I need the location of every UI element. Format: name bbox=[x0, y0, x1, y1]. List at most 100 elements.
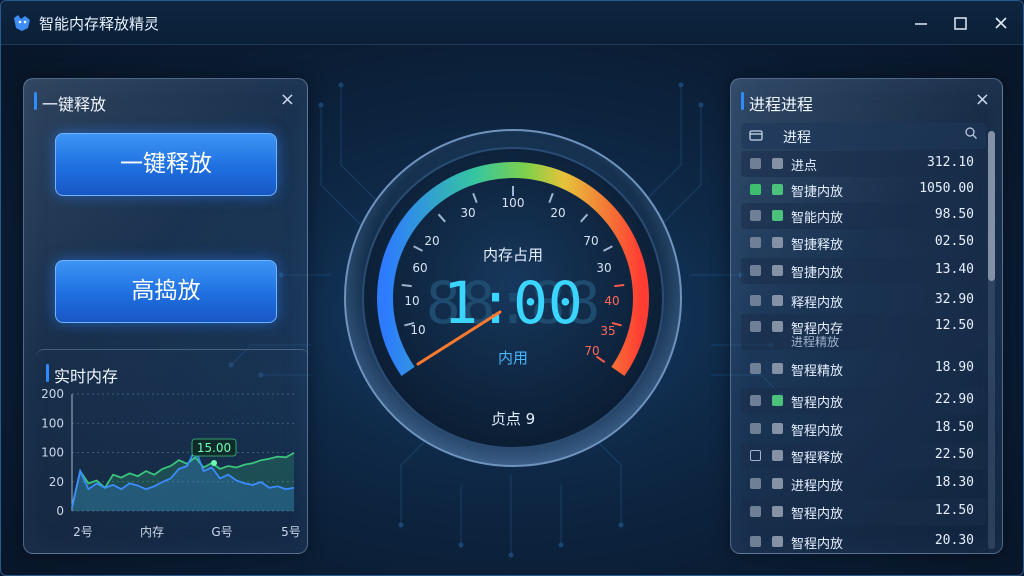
process-row[interactable]: 进程内放 18.30 bbox=[741, 471, 986, 497]
process-checkbox[interactable] bbox=[750, 506, 761, 517]
gauge-scale-label: 35 bbox=[600, 324, 615, 338]
process-list: 进点 312.10 智捷内放 1050.00 智能内放 98.50 智捷释放 02.50 智捷内… bbox=[741, 151, 986, 551]
minimize-icon bbox=[915, 23, 927, 25]
process-checkbox[interactable] bbox=[750, 210, 761, 221]
x-tick-label: G号 bbox=[211, 525, 232, 539]
panel-close-button[interactable]: × bbox=[975, 89, 990, 110]
gauge-scale-label: 10 bbox=[404, 294, 419, 308]
process-name: 智程内放 bbox=[791, 424, 844, 439]
one-click-release-button[interactable]: 一键释放 bbox=[55, 133, 277, 196]
one-click-release-panel: 一键释放 × 一键释放 高捣放 实时内存 200 100 100 20 0 2号 内存 G号… bbox=[23, 78, 309, 555]
process-memory-value: 1050.00 bbox=[919, 181, 974, 196]
process-checkbox[interactable] bbox=[750, 423, 761, 434]
memory-usage-gauge: 2060101030100207030403570 内存占用 88:88 1:0… bbox=[344, 129, 682, 467]
process-checkbox[interactable] bbox=[750, 321, 761, 332]
process-status-icon bbox=[772, 450, 783, 461]
process-name: 进点 bbox=[791, 159, 818, 174]
process-column-label: 进程 bbox=[783, 130, 811, 146]
process-name: 智捷内放 bbox=[791, 185, 844, 200]
gauge-scale-label: 10 bbox=[410, 323, 425, 337]
y-tick-label: 100 bbox=[41, 416, 64, 430]
process-memory-value: 13.40 bbox=[934, 262, 974, 277]
deep-release-button[interactable]: 高捣放 bbox=[55, 260, 277, 323]
process-status-icon bbox=[772, 395, 783, 406]
process-row[interactable]: 释程内放 32.90 bbox=[741, 288, 986, 314]
process-scrollbar[interactable] bbox=[988, 131, 995, 549]
process-name: 释程内放 bbox=[791, 296, 844, 311]
process-memory-value: 18.90 bbox=[934, 360, 974, 375]
scrollbar-thumb[interactable] bbox=[988, 131, 995, 281]
close-window-button[interactable] bbox=[989, 11, 1013, 35]
maximize-button[interactable] bbox=[948, 11, 972, 35]
process-memory-value: 22.90 bbox=[934, 392, 974, 407]
realtime-memory-panel: 实时内存 200 100 100 20 0 2号 内存 G号 5号 15.00 bbox=[36, 349, 309, 555]
process-memory-value: 22.50 bbox=[934, 447, 974, 462]
process-status-icon bbox=[772, 237, 783, 248]
process-memory-value: 18.30 bbox=[934, 475, 974, 490]
x-tick-label: 5号 bbox=[281, 525, 301, 539]
process-status-icon bbox=[772, 265, 783, 276]
gauge-footer: 贞点 9 bbox=[491, 410, 535, 428]
process-name: 智捷内放 bbox=[791, 266, 844, 281]
process-status-icon bbox=[772, 536, 783, 547]
process-status-icon bbox=[772, 478, 783, 489]
y-tick-label: 20 bbox=[49, 475, 64, 489]
gauge-scale-label: 70 bbox=[584, 344, 599, 358]
process-checkbox[interactable] bbox=[750, 478, 761, 489]
gauge-digital-readout: 1:00 bbox=[443, 269, 583, 337]
process-panel: 进程进程 × 进程 进点 312.10 智捷内放 1050.00 智能内放 98.50 智捷… bbox=[730, 78, 1003, 554]
chart-tooltip-value: 15.00 bbox=[197, 441, 231, 455]
process-checkbox[interactable] bbox=[750, 237, 761, 248]
process-row[interactable]: 进点 312.10 bbox=[741, 151, 986, 177]
process-row[interactable]: 智捷内放 1050.00 bbox=[741, 177, 986, 203]
process-row[interactable]: 智能内放 98.50 bbox=[741, 203, 986, 229]
process-memory-value: 12.50 bbox=[934, 318, 974, 333]
gauge-scale-label: 30 bbox=[460, 206, 475, 220]
process-name: 智能内放 bbox=[791, 211, 844, 226]
process-memory-value: 32.90 bbox=[934, 292, 974, 307]
process-row[interactable]: 智程内放 20.30 bbox=[741, 529, 986, 551]
process-checkbox[interactable] bbox=[750, 536, 761, 547]
process-checkbox[interactable] bbox=[750, 363, 761, 374]
process-name: 智程内放 bbox=[791, 537, 844, 551]
window-title: 智能内存释放精灵 bbox=[39, 15, 160, 33]
process-row[interactable]: 智程内放 18.50 bbox=[741, 416, 986, 442]
y-tick-label: 200 bbox=[41, 387, 64, 401]
process-row[interactable]: 智程内放 22.90 bbox=[741, 388, 986, 414]
x-tick-label: 2号 bbox=[73, 525, 93, 539]
process-checkbox[interactable] bbox=[750, 295, 761, 306]
process-status-icon bbox=[772, 210, 783, 221]
process-row[interactable]: 智程内存 进程精放 12.50 bbox=[741, 314, 986, 350]
process-memory-value: 18.50 bbox=[934, 420, 974, 435]
process-checkbox[interactable] bbox=[750, 184, 761, 195]
process-name: 进程内放 bbox=[791, 479, 844, 494]
gauge-scale-label: 20 bbox=[424, 234, 439, 248]
app-window: 智能内存释放精灵 一键释放 × 一键释放 高捣放 实时内存 200 100 100 2… bbox=[0, 0, 1024, 576]
process-checkbox[interactable] bbox=[750, 395, 761, 406]
panel-close-button[interactable]: × bbox=[280, 89, 295, 110]
process-memory-value: 98.50 bbox=[934, 207, 974, 222]
process-row[interactable]: 智捷内放 13.40 bbox=[741, 258, 986, 284]
realtime-memory-title: 实时内存 bbox=[46, 363, 118, 387]
process-row[interactable]: 智捷释放 02.50 bbox=[741, 230, 986, 256]
process-name: 智程内放 bbox=[791, 396, 844, 411]
process-list-header: 进程 bbox=[741, 123, 986, 149]
search-icon[interactable] bbox=[964, 126, 978, 144]
panel-title: 一键释放 bbox=[34, 91, 106, 115]
process-row[interactable]: 智程释放 22.50 bbox=[741, 443, 986, 469]
y-tick-label: 100 bbox=[41, 446, 64, 460]
gauge-scale-label: 40 bbox=[604, 294, 619, 308]
process-status-icon bbox=[772, 506, 783, 517]
process-row[interactable]: 智程精放 18.90 bbox=[741, 356, 986, 382]
minimize-button[interactable] bbox=[909, 11, 933, 35]
process-row[interactable]: 智程内放 12.50 bbox=[741, 499, 986, 525]
process-checkbox[interactable] bbox=[750, 158, 761, 169]
process-status-icon bbox=[772, 363, 783, 374]
chart-marker bbox=[211, 460, 217, 466]
maximize-icon bbox=[954, 17, 967, 30]
panel-title: 进程进程 bbox=[741, 91, 813, 115]
process-checkbox[interactable] bbox=[750, 265, 761, 276]
app-logo-icon bbox=[14, 15, 30, 31]
process-checkbox[interactable] bbox=[750, 450, 761, 461]
process-memory-value: 20.30 bbox=[934, 533, 974, 548]
